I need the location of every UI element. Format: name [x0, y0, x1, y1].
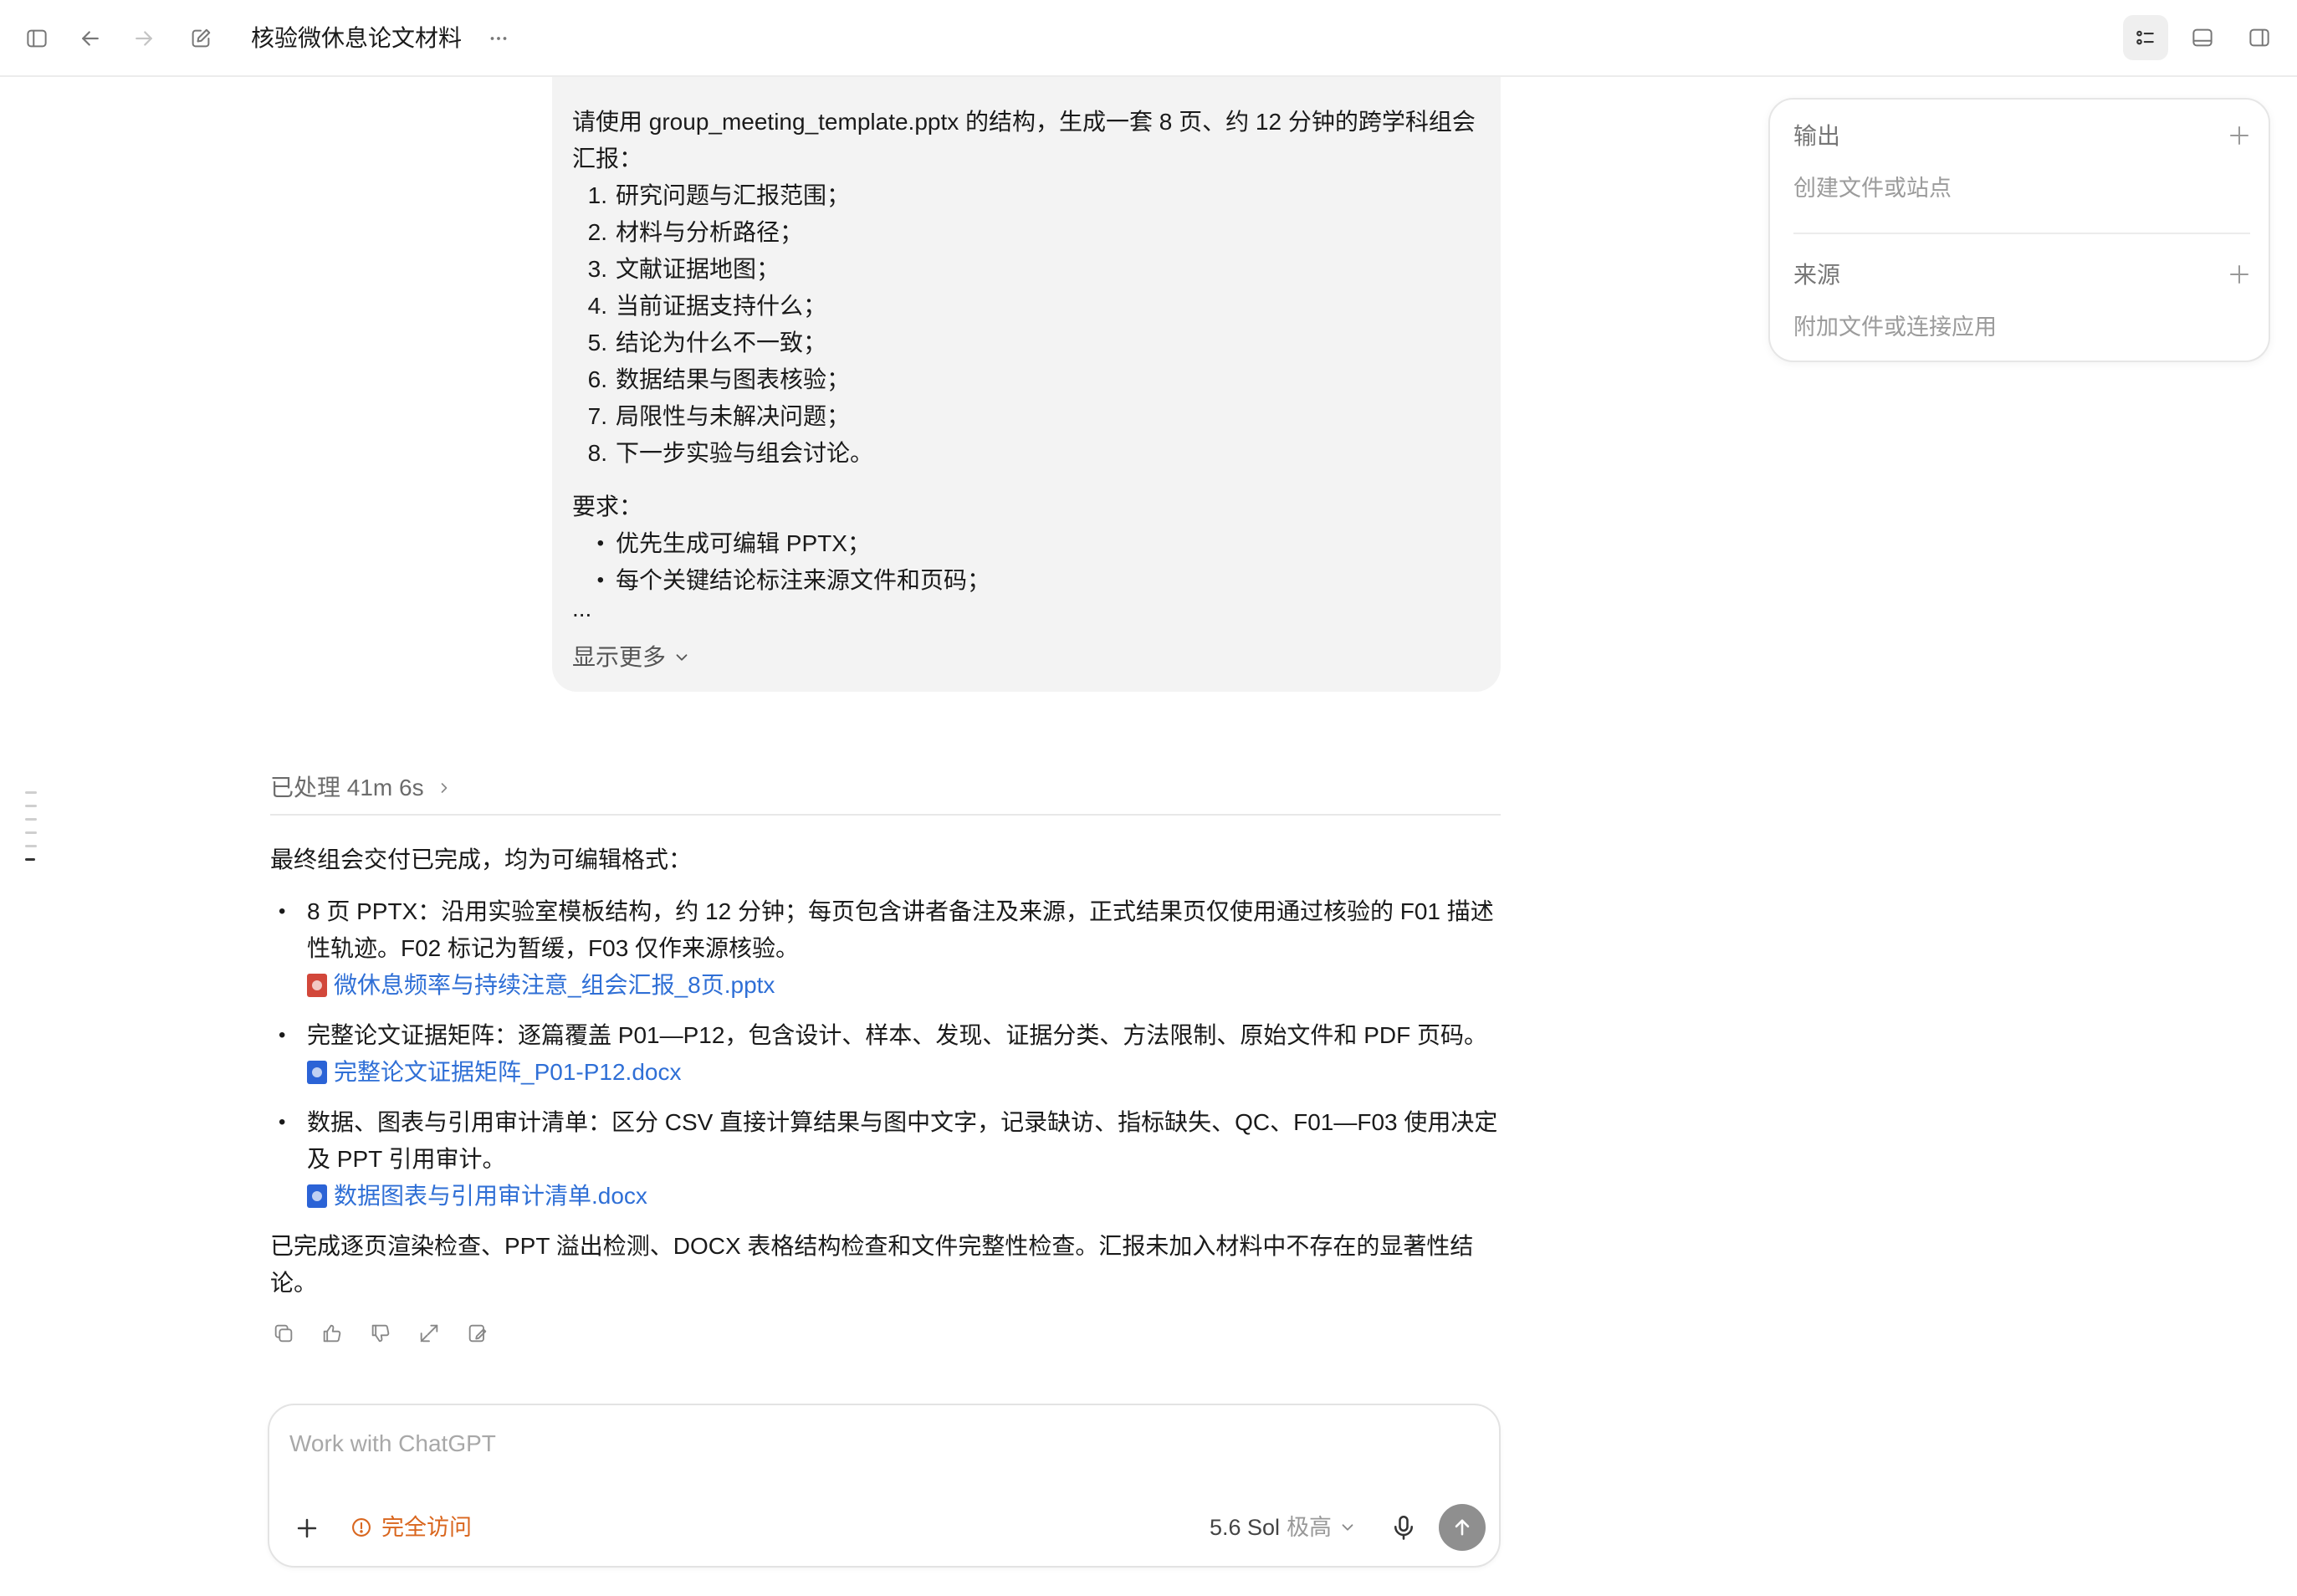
file-link-label[interactable]: 微休息频率与持续注意_组会汇报_8页.pptx [334, 967, 775, 1004]
model-name: 5.6 Sol [1210, 1515, 1281, 1540]
docx-file-icon [307, 1061, 327, 1084]
list-item: 2. 材料与分析路径； [587, 219, 804, 245]
minimap-tick-active[interactable] [25, 858, 35, 861]
output-section: 输出 创建文件或站点 [1793, 118, 2252, 207]
requirements-label: 要求： [572, 494, 643, 519]
thumbs-down-icon[interactable] [367, 1320, 394, 1347]
deliverables-list: • 8 页 PPTX：沿用实验室模板结构，约 12 分钟；每页包含讲者备注及来源… [270, 893, 1504, 1215]
file-link-pptx[interactable]: 微休息频率与持续注意_组会汇报_8页.pptx [307, 967, 1504, 1004]
assistant-message: 最终组会交付已完成，均为可编辑格式： • 8 页 PPTX：沿用实验室模板结构，… [270, 841, 1504, 1302]
sidebar-toggle-icon[interactable] [20, 22, 54, 55]
show-more-label: 显示更多 [572, 644, 667, 670]
output-subtitle[interactable]: 创建文件或站点 [1793, 170, 2252, 207]
model-selector[interactable]: 5.6 Sol 极高 [1210, 1509, 1357, 1546]
minimap-tick[interactable] [25, 805, 37, 807]
right-panel-toggle-icon[interactable] [2237, 15, 2282, 60]
list-item: 5. 结论为什么不一致； [587, 330, 827, 356]
pptx-file-icon [307, 974, 327, 997]
show-more-button[interactable]: 显示更多 [572, 639, 1481, 676]
list-item: 3. 文献证据地图； [587, 256, 780, 282]
list-item: • 完整论文证据矩阵：逐篇覆盖 P01—P12，包含设计、样本、发现、证据分类、… [270, 1017, 1504, 1091]
source-title: 来源 [1793, 262, 1841, 288]
chat-composer[interactable]: Work with ChatGPT 完全访问 5.6 Sol 极高 [268, 1404, 1501, 1568]
list-item: • 优先生成可编辑 PPTX； [596, 530, 871, 556]
conversation-minimap[interactable] [25, 791, 37, 872]
task-list-toggle-icon[interactable] [2123, 15, 2168, 60]
chevron-down-icon [676, 654, 688, 661]
minimap-tick[interactable] [25, 791, 37, 794]
new-chat-edit-icon[interactable] [184, 22, 217, 55]
file-link-label[interactable]: 完整论文证据矩阵_P01-P12.docx [334, 1054, 681, 1091]
copy-icon[interactable] [270, 1320, 297, 1347]
user-message-ordered-list: 1. 研究问题与汇报范围； 2. 材料与分析路径； 3. 文献证据地图； 4. 当前证据… [572, 177, 1481, 472]
processing-time-label: 已处理 41m 6s [270, 775, 424, 801]
conversation-title: 核验微休息论文材料 [251, 25, 463, 51]
list-item: 1. 研究问题与汇报范围； [587, 182, 851, 208]
file-link-label[interactable]: 数据图表与引用审计清单.docx [334, 1178, 647, 1215]
docx-file-icon [307, 1184, 327, 1208]
bottom-panel-toggle-icon[interactable] [2180, 15, 2225, 60]
more-options-icon[interactable] [482, 22, 515, 55]
chevron-right-icon [441, 783, 447, 793]
add-source-icon[interactable] [2227, 262, 2252, 287]
warning-circle-icon [352, 1518, 371, 1537]
list-item: 8. 下一步实验与组会讨论。 [587, 440, 874, 466]
minimap-tick[interactable] [25, 831, 37, 834]
file-link-docx-matrix[interactable]: 完整论文证据矩阵_P01-P12.docx [307, 1054, 1504, 1091]
share-icon[interactable] [416, 1320, 443, 1347]
thumbs-up-icon[interactable] [319, 1320, 345, 1347]
truncation-ellipsis: ... [572, 596, 592, 622]
list-item: • 数据、图表与引用审计清单：区分 CSV 直接计算结果与图中文字，记录缺访、指… [270, 1104, 1504, 1215]
side-panel: 输出 创建文件或站点 来源 附加文件或连接应用 [1768, 98, 2270, 362]
access-mode-label: 完全访问 [381, 1515, 472, 1540]
top-bar: 核验微休息论文材料 [0, 0, 2297, 77]
divider [270, 814, 1501, 816]
access-mode-button[interactable]: 完全访问 [350, 1509, 472, 1546]
output-title: 输出 [1793, 123, 1841, 149]
add-output-icon[interactable] [2227, 123, 2252, 148]
deliverable-description: 完整论文证据矩阵：逐篇覆盖 P01—P12，包含设计、样本、发现、证据分类、方法… [307, 1022, 1487, 1048]
composer-input[interactable]: Work with ChatGPT [289, 1430, 496, 1457]
user-message-intro: 请使用 group_meeting_template.pptx 的结构，生成一套… [572, 109, 1476, 171]
requirements-list: • 优先生成可编辑 PPTX； • 每个关键结论标注来源文件和页码； [572, 525, 1481, 599]
source-subtitle[interactable]: 附加文件或连接应用 [1793, 309, 2252, 345]
forward-arrow-icon[interactable] [127, 22, 161, 55]
model-level: 极高 [1287, 1515, 1333, 1540]
list-item: 7. 局限性与未解决问题； [587, 403, 851, 429]
list-item: 4. 当前证据支持什么； [587, 293, 827, 319]
microphone-icon[interactable] [1389, 1512, 1419, 1542]
minimap-tick[interactable] [25, 818, 37, 821]
minimap-tick[interactable] [25, 845, 37, 847]
list-item: • 每个关键结论标注来源文件和页码； [596, 567, 991, 593]
send-button[interactable] [1439, 1504, 1486, 1551]
list-item: 6. 数据结果与图表核验； [587, 366, 851, 392]
answer-intro: 最终组会交付已完成，均为可编辑格式： [270, 847, 693, 872]
answer-closing: 已完成逐页渲染检查、PPT 溢出检测、DOCX 表格结构检查和文件完整性检查。汇… [270, 1233, 1474, 1296]
processing-summary-toggle[interactable]: 已处理 41m 6s [270, 771, 453, 805]
user-message-bubble: 请使用 group_meeting_template.pptx 的结构，生成一套… [552, 77, 1501, 692]
deliverable-description: 8 页 PPTX：沿用实验室模板结构，约 12 分钟；每页包含讲者备注及来源，正… [307, 898, 1494, 961]
chevron-down-icon [1342, 1524, 1353, 1531]
source-section: 来源 附加文件或连接应用 [1793, 257, 2252, 345]
edit-document-icon[interactable] [464, 1320, 491, 1347]
deliverable-description: 数据、图表与引用审计清单：区分 CSV 直接计算结果与图中文字，记录缺访、指标缺… [307, 1109, 1498, 1172]
list-item: • 8 页 PPTX：沿用实验室模板结构，约 12 分钟；每页包含讲者备注及来源… [270, 893, 1504, 1004]
message-actions [270, 1320, 491, 1347]
back-arrow-icon[interactable] [74, 22, 107, 55]
add-attachment-icon[interactable] [293, 1514, 321, 1542]
arrow-up-icon [1455, 1519, 1470, 1536]
divider [1793, 233, 2250, 234]
file-link-docx-audit[interactable]: 数据图表与引用审计清单.docx [307, 1178, 1504, 1215]
